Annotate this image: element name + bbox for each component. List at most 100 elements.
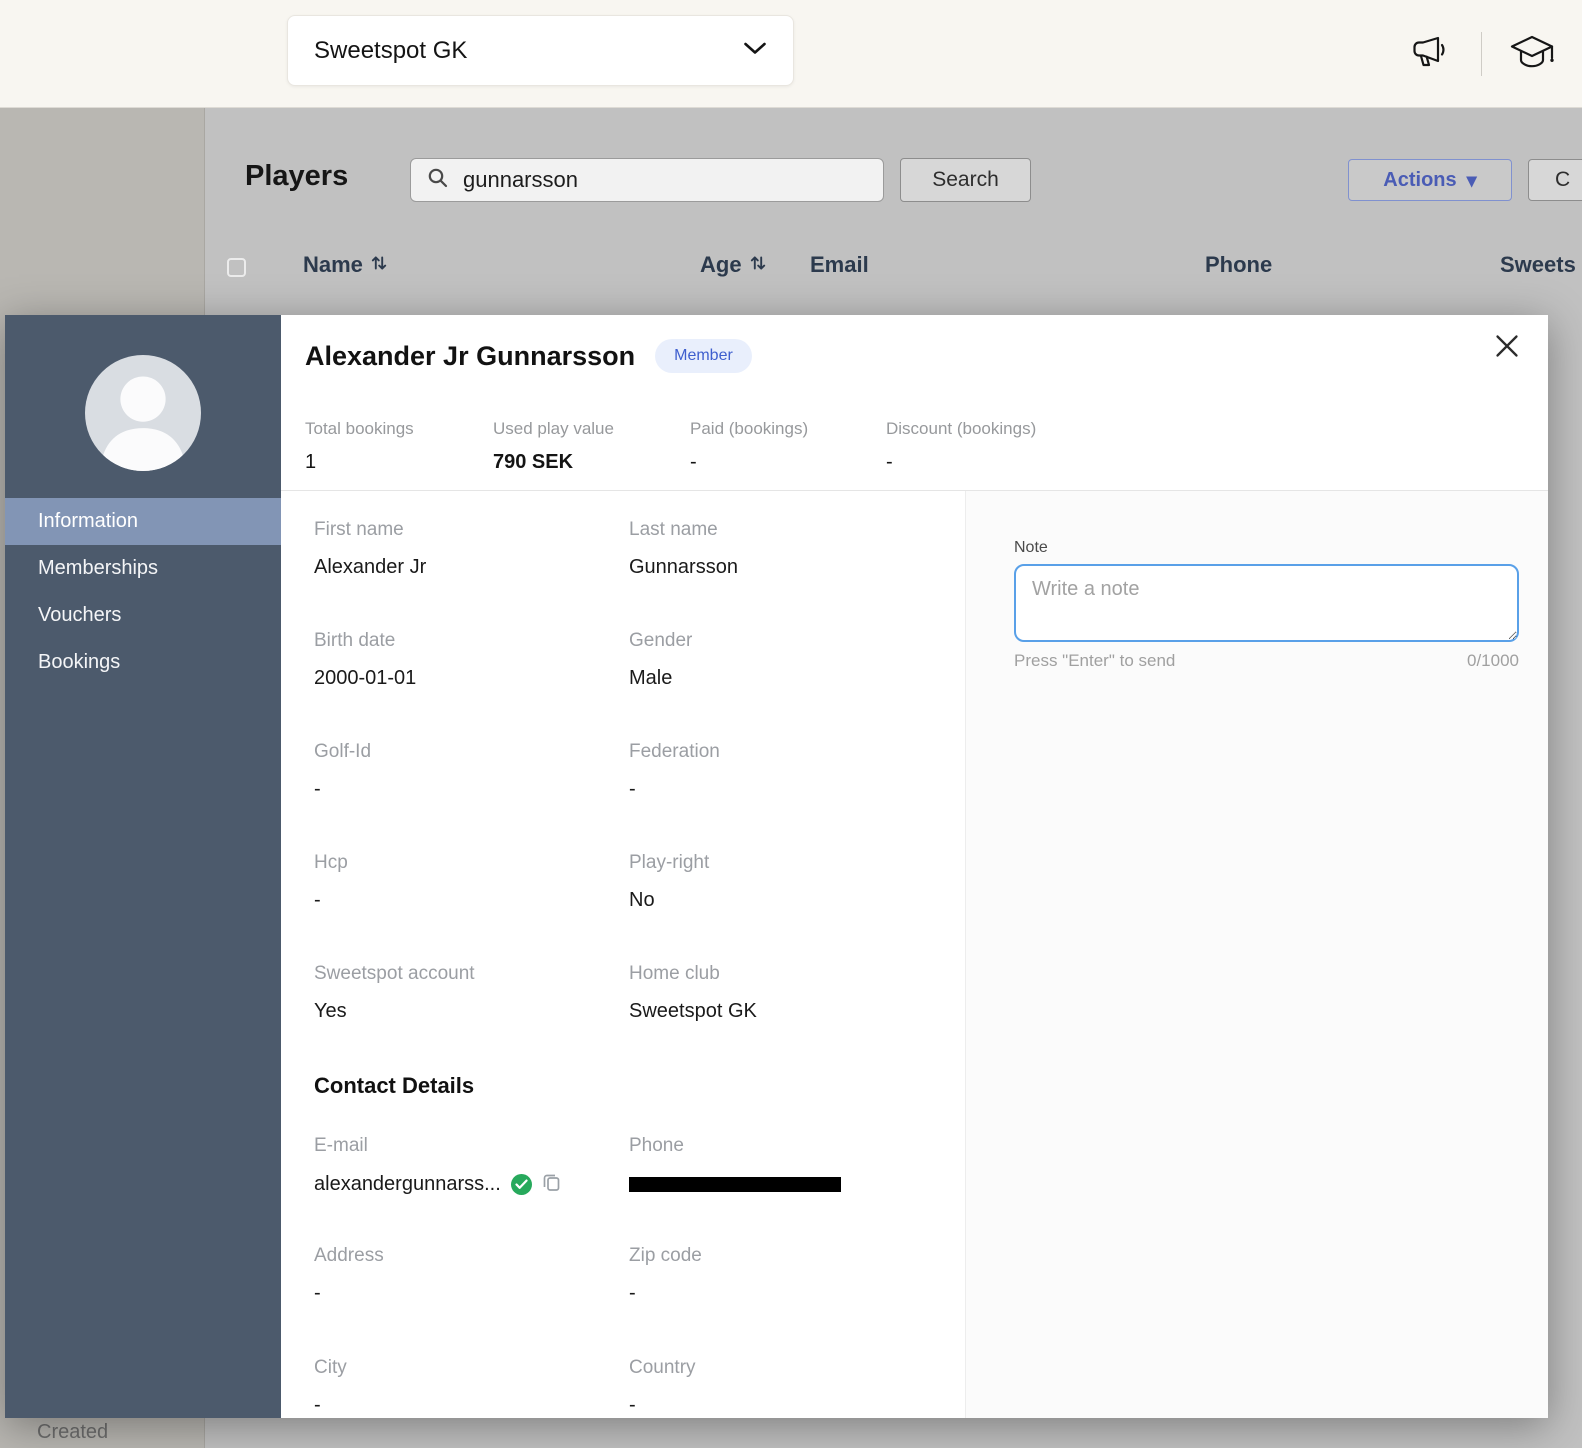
stat-label: Discount (bookings): [886, 419, 1036, 439]
redacted-phone-value: [629, 1177, 841, 1192]
sidebar-item-label: Bookings: [38, 651, 120, 674]
column-age-label: Age: [700, 252, 742, 278]
note-panel: Note Press "Enter" to send 0/1000: [965, 491, 1548, 1418]
field-address: Address -: [314, 1245, 384, 1305]
note-input[interactable]: [1014, 564, 1519, 642]
column-sweetspot-label: Sweets: [1500, 252, 1576, 278]
stat-discount-bookings: Discount (bookings) -: [886, 419, 1036, 474]
copy-icon[interactable]: [542, 1172, 561, 1196]
close-icon: [1493, 332, 1521, 365]
modal-sidebar: Information Memberships Vouchers Booking…: [5, 315, 281, 1418]
sort-icon: [371, 252, 387, 278]
field-country: Country -: [629, 1357, 696, 1417]
search-input[interactable]: [463, 167, 843, 193]
search-button[interactable]: Search: [900, 158, 1031, 202]
field-value: -: [314, 778, 371, 801]
field-label: Birth date: [314, 630, 416, 652]
field-label: City: [314, 1357, 347, 1379]
sidebar-item-information[interactable]: Information: [5, 498, 281, 545]
sidebar-item-label: Vouchers: [38, 604, 121, 627]
modal-header: Alexander Jr Gunnarsson Member: [305, 339, 752, 373]
actions-label: Actions: [1383, 169, 1456, 192]
field-label: Last name: [629, 519, 738, 541]
modal-nav: Information Memberships Vouchers Booking…: [5, 498, 281, 686]
stat-value: -: [690, 451, 808, 474]
field-value: Male: [629, 667, 692, 690]
field-label: Address: [314, 1245, 384, 1267]
column-header-name[interactable]: Name: [303, 252, 387, 278]
stat-value: -: [886, 451, 1036, 474]
close-button[interactable]: [1490, 331, 1524, 365]
stat-value: 790 SEK: [493, 451, 614, 474]
field-value: Alexander Jr: [314, 556, 426, 579]
megaphone-icon: [1409, 34, 1453, 75]
column-header-age[interactable]: Age: [700, 252, 766, 278]
field-value: -: [314, 1282, 384, 1305]
field-city: City -: [314, 1357, 347, 1417]
sidebar-item-label: Memberships: [38, 557, 158, 580]
sidebar-item-memberships[interactable]: Memberships: [5, 545, 281, 592]
field-home-club: Home club Sweetspot GK: [629, 963, 757, 1023]
field-value: No: [629, 889, 709, 912]
field-federation: Federation -: [629, 741, 720, 801]
field-hcp: Hcp -: [314, 852, 348, 912]
club-selector-value: Sweetspot GK: [314, 37, 467, 65]
sidebar-item-vouchers[interactable]: Vouchers: [5, 592, 281, 639]
column-email-label: Email: [810, 252, 869, 278]
column-header-phone[interactable]: Phone: [1205, 252, 1272, 278]
academy-button[interactable]: [1504, 28, 1560, 80]
stat-used-play-value: Used play value 790 SEK: [493, 419, 614, 474]
sidebar-item-label: Information: [38, 510, 138, 533]
note-hints: Press "Enter" to send 0/1000: [1014, 651, 1519, 671]
note-char-counter: 0/1000: [1467, 651, 1519, 671]
member-badge: Member: [655, 339, 752, 373]
player-search-box[interactable]: [410, 158, 884, 202]
column-header-email[interactable]: Email: [810, 252, 869, 278]
field-first-name: First name Alexander Jr: [314, 519, 426, 579]
note-label: Note: [1014, 539, 1048, 557]
field-email: E-mail alexandergunnarss...: [314, 1135, 561, 1196]
field-zip-code: Zip code -: [629, 1245, 702, 1305]
clipped-right-button[interactable]: C: [1528, 159, 1582, 201]
field-value: 2000-01-01: [314, 667, 416, 690]
email-value: alexandergunnarss...: [314, 1173, 501, 1196]
field-phone: Phone: [629, 1135, 841, 1192]
field-gender: Gender Male: [629, 630, 692, 690]
column-name-label: Name: [303, 252, 363, 278]
column-header-sweetspot[interactable]: Sweets: [1500, 252, 1576, 278]
sidebar-item-bookings[interactable]: Bookings: [5, 639, 281, 686]
stat-label: Total bookings: [305, 419, 414, 439]
field-label: Play-right: [629, 852, 709, 874]
field-value: -: [629, 778, 720, 801]
avatar: [85, 355, 201, 471]
field-value: Gunnarsson: [629, 556, 738, 579]
field-value: -: [314, 1394, 347, 1417]
stat-label: Paid (bookings): [690, 419, 808, 439]
field-sweetspot-account: Sweetspot account Yes: [314, 963, 475, 1023]
club-selector-dropdown[interactable]: Sweetspot GK: [287, 15, 794, 86]
graduation-cap-icon: [1507, 32, 1557, 77]
field-label: Country: [629, 1357, 696, 1379]
topbar-divider: [1481, 32, 1482, 76]
field-value: -: [629, 1282, 702, 1305]
field-label: Federation: [629, 741, 720, 763]
announcements-button[interactable]: [1403, 28, 1459, 80]
field-value: -: [314, 889, 348, 912]
topbar-icons: [1403, 28, 1560, 80]
player-detail-modal: Information Memberships Vouchers Booking…: [5, 315, 1548, 1418]
clipped-button-label: C: [1555, 168, 1570, 192]
note-enter-hint: Press "Enter" to send: [1014, 651, 1175, 671]
field-last-name: Last name Gunnarsson: [629, 519, 738, 579]
select-all-checkbox[interactable]: [227, 258, 246, 277]
field-value: Yes: [314, 1000, 475, 1023]
actions-dropdown-button[interactable]: Actions ▾: [1348, 159, 1512, 201]
column-header-created: Created: [37, 1421, 108, 1444]
verified-check-icon: [511, 1174, 532, 1195]
field-golf-id: Golf-Id -: [314, 741, 371, 801]
field-value: -: [629, 1394, 696, 1417]
page-title: Players: [245, 160, 348, 193]
sort-icon: [750, 252, 766, 278]
contact-details-heading: Contact Details: [314, 1073, 474, 1099]
field-label: Sweetspot account: [314, 963, 475, 985]
caret-down-icon: ▾: [1467, 168, 1477, 193]
